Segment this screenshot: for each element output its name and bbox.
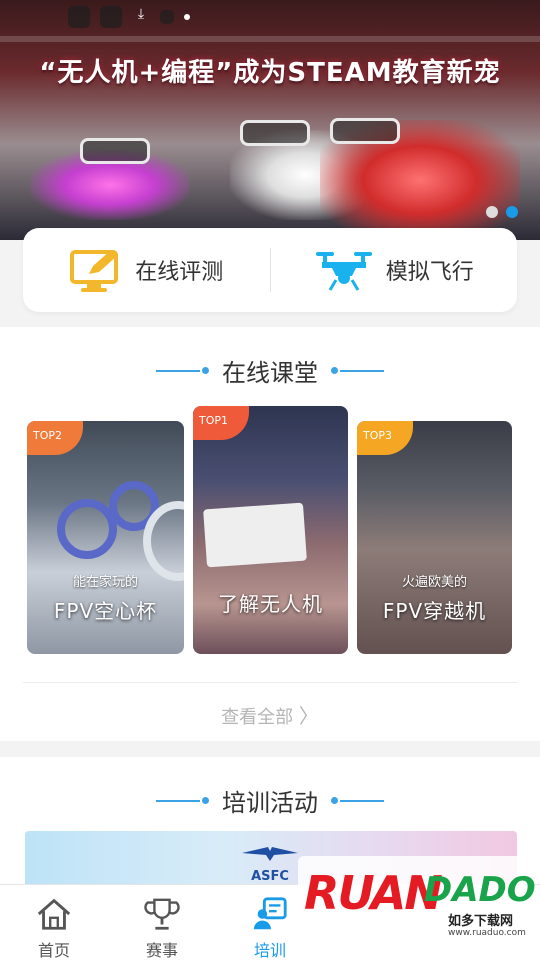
status-icons: ⤓: [68, 6, 190, 28]
watermark-brand2: DADO: [424, 870, 536, 910]
rank-badge: TOP3: [357, 421, 413, 455]
tab-events-label: 赛事: [145, 941, 178, 960]
monitor-edit-icon: [70, 250, 119, 292]
asfc-wings-icon: [242, 847, 298, 861]
tab-home[interactable]: 首页: [0, 885, 108, 960]
chevron-right-icon: 〉: [298, 704, 319, 728]
trophy-icon: [144, 898, 180, 930]
asfc-logo: ASFC: [240, 843, 300, 884]
banner-stripe: [0, 36, 540, 42]
banner-title: “无人机+编程”成为STEAM教育新宠: [39, 58, 501, 88]
training-title: 培训活动: [222, 789, 318, 817]
online-class-title: 在线课堂: [222, 359, 318, 387]
heading-decor-line: [156, 366, 209, 374]
home-icon: [37, 898, 71, 930]
training-icon: [253, 897, 287, 930]
course-name: 了解无人机: [218, 592, 323, 616]
banner-drone: [330, 118, 400, 144]
banner-drone: [80, 138, 150, 164]
online-assessment-button[interactable]: 在线评测: [23, 228, 270, 312]
tab-training-label: 培训: [253, 941, 286, 960]
promo-banner[interactable]: ⤓ “无人机+编程”成为STEAM教育新宠: [0, 0, 540, 240]
carousel-dots: [486, 206, 518, 218]
heading-decor-line: [331, 796, 384, 804]
banner-drone: [240, 120, 310, 146]
app-icon: [100, 6, 122, 28]
card-image-drone: [203, 502, 307, 568]
asfc-logo-text: ASFC: [251, 869, 289, 884]
drone-icon: [315, 252, 372, 291]
training-heading: 培训活动: [0, 783, 540, 818]
carousel-dot-active[interactable]: [506, 206, 518, 218]
course-card-learn-drone[interactable]: TOP1 了解无人机: [193, 406, 348, 654]
rank-badge: TOP1: [193, 406, 249, 440]
watermark-url: www.ruaduo.com: [448, 928, 526, 938]
card-image-ring: [57, 499, 117, 559]
online-class-heading: 在线课堂: [0, 353, 540, 388]
flight-simulation-label: 模拟飞行: [385, 260, 474, 285]
site-watermark: RUAN DADO 如多下载网 www.ruaduo.com: [298, 856, 536, 952]
app-screen: ⤓ “无人机+编程”成为STEAM教育新宠 在线评测 模拟飞行 在线课堂 TOP…: [0, 0, 540, 960]
watermark-brand: RUAN: [304, 866, 443, 920]
watermark-cn: 如多下载网: [448, 914, 514, 929]
view-all-link[interactable]: 查看全部 〉: [0, 700, 540, 729]
flight-simulation-button[interactable]: 模拟飞行: [271, 228, 518, 312]
tab-home-label: 首页: [37, 941, 70, 960]
tab-events[interactable]: 赛事: [108, 885, 216, 960]
quick-actions-card: 在线评测 模拟飞行: [23, 228, 517, 312]
heading-decor-line: [156, 796, 209, 804]
notification-dot-icon: [184, 14, 190, 20]
app-icon: [68, 6, 90, 28]
carousel-dot[interactable]: [486, 206, 498, 218]
course-card-fpv-cup[interactable]: TOP2 能在家玩的 FPV空心杯: [27, 421, 184, 654]
course-subtitle: 火遍欧美的: [401, 575, 467, 590]
course-subtitle: 能在家玩的: [72, 575, 138, 590]
view-all-label: 查看全部: [221, 707, 294, 728]
section-divider: [23, 682, 517, 683]
heading-decor-line: [331, 366, 384, 374]
course-card-fpv-racer[interactable]: TOP3 火遍欧美的 FPV穿越机: [357, 421, 512, 654]
course-name: FPV空心杯: [53, 599, 158, 623]
rank-badge: TOP2: [27, 421, 83, 455]
course-name: FPV穿越机: [382, 599, 487, 623]
download-icon: ⤓: [137, 6, 145, 22]
text-icon: [160, 10, 174, 24]
online-assessment-label: 在线评测: [135, 260, 224, 285]
